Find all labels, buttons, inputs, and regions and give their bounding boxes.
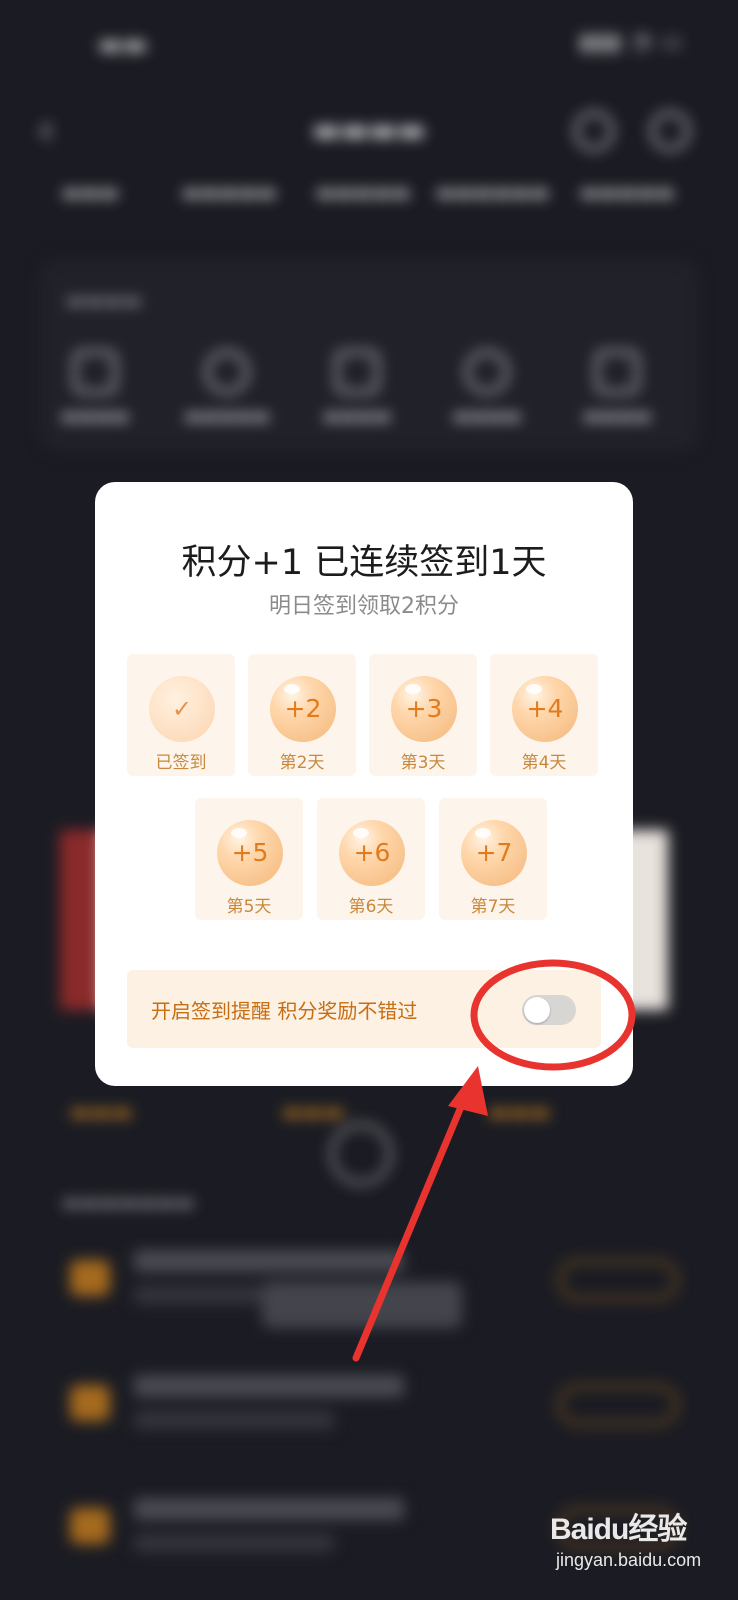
price-text: ▬▬▬ (282, 1100, 345, 1125)
page-title: ▬▬▬▬ (312, 113, 426, 148)
services-section: ▬▬▬▬ ▬▬▬▬ ▬▬▬▬▬ ▬▬▬▬ ▬▬▬▬ ▬▬▬▬ (40, 260, 698, 450)
day-label: 第3天 (400, 753, 446, 773)
reward-coin: +6 (339, 820, 405, 886)
reminder-toggle[interactable] (522, 995, 576, 1025)
reminder-text: 开启签到提醒 积分奖励不错过 (151, 999, 418, 1023)
day-card-2: +2 第2天 (248, 654, 356, 776)
promo-image (60, 830, 100, 1010)
section-label: ▬▬▬▬ (66, 288, 142, 312)
dialog-title: 积分+1 已连续签到1天 (181, 543, 547, 583)
day-label: 第5天 (226, 897, 272, 917)
check-icon: ✓ (149, 676, 215, 742)
category-item[interactable]: ▬▬▬ (62, 180, 119, 204)
checkin-dialog: 积分+1 已连续签到1天 明日签到领取2积分 ✓ 已签到 +2 第2天 +3 第… (95, 482, 633, 1086)
reward-coin: +4 (512, 676, 578, 742)
service-item[interactable]: ▬▬▬▬ (562, 350, 672, 427)
service-item[interactable]: ▬▬▬▬ (302, 350, 412, 427)
list-item[interactable] (60, 1365, 678, 1455)
day-card-5: +5 第5天 (195, 798, 303, 920)
reward-coin: +7 (461, 820, 527, 886)
baidu-watermark: Baidu经验 jingyan.baidu.com (550, 1504, 702, 1584)
day-label: 第7天 (470, 897, 516, 917)
day-card-1: ✓ 已签到 (127, 654, 235, 776)
category-row: ▬▬▬ ▬▬▬▬▬ ▬▬▬▬▬ ▬▬▬▬▬▬ ▬▬▬▬▬ (0, 180, 738, 230)
dialog-subtitle: 明日签到领取2积分 (269, 594, 459, 619)
toast (262, 1282, 462, 1328)
service-item[interactable]: ▬▬▬▬ (432, 350, 542, 427)
reward-coin: +3 (391, 676, 457, 742)
day-label: 第2天 (279, 753, 325, 773)
status-bar: ▬▬ ▮▮▮ ◔ ▭ (0, 30, 738, 70)
service-item[interactable]: ▬▬▬▬ (40, 350, 150, 427)
status-icons: ▮▮▮ ◔ ▭ (579, 30, 684, 55)
day-card-4: +4 第4天 (490, 654, 598, 776)
day-label: 第4天 (521, 753, 567, 773)
reward-coin: +5 (217, 820, 283, 886)
reminder-row: 开启签到提醒 积分奖励不错过 (127, 970, 601, 1048)
settings-icon[interactable] (650, 111, 690, 151)
category-item[interactable]: ▬▬▬▬▬▬ (436, 180, 549, 204)
day-label: 已签到 (155, 753, 207, 773)
app-header: ‹ ▬▬▬▬ (0, 105, 738, 165)
close-icon[interactable] (330, 1123, 392, 1185)
category-item[interactable]: ▬▬▬▬▬ (580, 180, 674, 204)
watermark-url: jingyan.baidu.com (556, 1550, 702, 1570)
day-card-3: +3 第3天 (369, 654, 477, 776)
headset-icon[interactable] (574, 111, 614, 151)
day-card-7: +7 第7天 (439, 798, 547, 920)
list-header: ▬▬▬▬▬▬▬ (62, 1190, 195, 1214)
category-item[interactable]: ▬▬▬▬▬ (316, 180, 410, 204)
service-item[interactable]: ▬▬▬▬▬ (172, 350, 282, 427)
category-item[interactable]: ▬▬▬▬▬ (182, 180, 276, 204)
price-text: ▬▬▬ (488, 1100, 551, 1125)
status-time: ▬▬ (98, 30, 148, 60)
day-label: 第6天 (348, 897, 394, 917)
toggle-knob (524, 997, 550, 1023)
reward-coin: +2 (270, 676, 336, 742)
day-card-6: +6 第6天 (317, 798, 425, 920)
watermark-brand: Baidu经验 (550, 1513, 687, 1546)
price-text: ▬▬▬ (70, 1100, 133, 1125)
